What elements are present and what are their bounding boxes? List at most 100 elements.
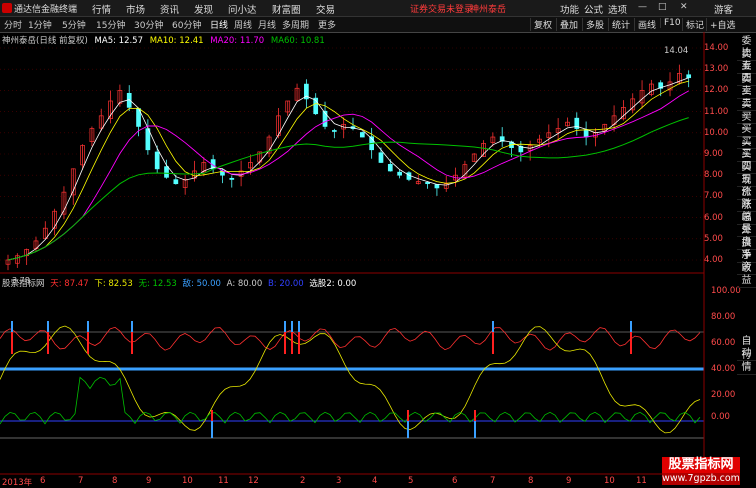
date-tick: 3	[336, 476, 342, 486]
date-tick: 6	[40, 476, 46, 486]
indicator-tick: 80.00	[711, 312, 736, 322]
period-tab-60min[interactable]: 60分钟	[172, 18, 201, 31]
ma5-line	[7, 77, 689, 261]
date-tick: 6	[452, 476, 458, 486]
ma60-value: MA60: 10.81	[270, 36, 325, 46]
period-tab-more[interactable]: 更多	[318, 18, 336, 31]
date-tick: 2013年	[2, 478, 33, 488]
candle-body	[332, 130, 337, 132]
candle-body	[583, 129, 589, 138]
stock-name: 神州泰岳	[470, 5, 507, 15]
ma5-value: MA5: 12.57	[94, 36, 144, 46]
date-tick: 10	[182, 476, 193, 486]
price-tick: 7.00	[704, 191, 723, 202]
menu-item-function[interactable]: 功能	[560, 2, 579, 16]
period-tab-5min[interactable]: 5分钟	[62, 18, 86, 31]
period-tab-1min[interactable]: 1分钟	[28, 18, 52, 31]
period-tab-multi[interactable]: 多周期	[282, 18, 309, 31]
chart-info-bar: 神州泰岳(日线 前复权) MA5: 12.57 MA10: 12.41 MA20…	[2, 34, 329, 46]
stats-button[interactable]: 统计	[608, 18, 630, 31]
login-alert[interactable]: 证券交易未登录	[410, 2, 473, 15]
date-tick: 8	[528, 476, 534, 486]
price-tick: 9.00	[704, 149, 723, 159]
watermark-logo: 股票指标网 www.7gpzb.com	[662, 457, 740, 485]
indicator-xia: 下: 82.53	[94, 279, 133, 289]
price-tick: 10.00	[704, 127, 729, 138]
date-tick: 7	[78, 476, 84, 486]
period-tab-month[interactable]: 月线	[258, 18, 276, 31]
ma20-value: MA20: 11.70	[210, 36, 265, 46]
close-icon[interactable]: ✕	[680, 2, 688, 12]
menu-item-trade[interactable]: 交易	[316, 2, 335, 16]
period-toolbar: 分时 1分钟 5分钟 15分钟 30分钟 60分钟 日线 周线 月线 多周期 更…	[0, 17, 756, 33]
chart-grid	[0, 47, 704, 261]
indicator-a: A: 80.00	[226, 279, 263, 289]
maximize-icon[interactable]: □	[658, 2, 667, 12]
mark-button[interactable]: 标记	[682, 18, 704, 31]
side-panel-lower-item[interactable]: 行情	[737, 350, 756, 375]
period-tab-tick[interactable]: 分时	[4, 18, 22, 31]
date-tick: 4	[372, 476, 378, 486]
menu-item-ask[interactable]: 问小达	[228, 2, 257, 16]
overlay-button[interactable]: 叠加	[556, 18, 578, 31]
price-tick: 12.00	[704, 85, 729, 96]
watermark-title: 股票指标网	[662, 457, 740, 473]
date-tick: 11	[636, 476, 647, 486]
user-label[interactable]: 游客	[714, 2, 733, 16]
side-panel-item[interactable]: 收益	[737, 263, 756, 288]
menu-bar: 通达信金融终端 行情 市场 资讯 发现 问小达 财富圈 交易 证券交易未登录 神…	[0, 0, 756, 17]
candle-body	[229, 177, 235, 180]
date-tick: 5	[408, 476, 414, 486]
period-tab-30min[interactable]: 30分钟	[134, 18, 163, 31]
candle-body	[378, 152, 384, 163]
indicator-xuangu: 选股2: 0.00	[309, 279, 357, 289]
candle-body	[359, 132, 365, 138]
chart-stock-title: 神州泰岳(日线 前复权)	[2, 36, 88, 46]
period-tab-week[interactable]: 周线	[234, 18, 252, 31]
menu-item-quotes[interactable]: 行情	[92, 2, 111, 16]
candle-body	[434, 184, 440, 189]
menu-item-wealth[interactable]: 财富圈	[272, 2, 301, 16]
price-tick: 6.00	[704, 212, 723, 223]
menu-item-news[interactable]: 资讯	[160, 2, 179, 16]
indicator-tian: 天: 87.47	[50, 279, 89, 289]
date-tick: 2	[300, 476, 306, 486]
adjust-button[interactable]: 复权	[530, 18, 552, 31]
add-watchlist-button[interactable]: +自选	[706, 18, 736, 31]
minimize-icon[interactable]: —	[638, 2, 647, 12]
indicator-tick: 0.00	[711, 412, 730, 422]
menu-item-market[interactable]: 市场	[126, 2, 145, 16]
price-tick: 13.00	[704, 64, 729, 75]
candle-body	[387, 163, 393, 172]
indicator-tick: 60.00	[711, 338, 736, 348]
date-tick: 10	[604, 476, 615, 486]
date-tick: 8	[112, 476, 118, 486]
candle-body	[173, 179, 179, 185]
indicator-di: 敌: 50.00	[182, 279, 221, 289]
price-tick: 5.00	[704, 233, 723, 244]
indicator-info-bar: 股票指标网 天: 87.47 下: 82.53 无: 12.53 敌: 50.0…	[2, 277, 359, 289]
price-tick: 14.00	[704, 43, 729, 53]
draw-line-button[interactable]: 画线	[634, 18, 656, 31]
indicator-wu: 无: 12.53	[138, 279, 177, 289]
ma10-value: MA10: 12.41	[149, 36, 204, 46]
candle-body	[425, 182, 430, 185]
indicator-b: B: 20.00	[267, 279, 304, 289]
date-tick: 9	[146, 476, 152, 486]
candle-body	[397, 171, 402, 176]
menu-item-formula[interactable]: 公式	[584, 2, 603, 16]
indicator-green-line	[0, 376, 701, 425]
app-title: 通达信金融终端	[14, 5, 78, 15]
indicator-tick: 40.00	[711, 364, 736, 374]
chart-canvas[interactable]	[0, 32, 736, 487]
period-tab-day[interactable]: 日线	[210, 18, 228, 31]
menu-item-discover[interactable]: 发现	[194, 2, 213, 16]
menu-item-options[interactable]: 选项	[608, 2, 627, 16]
candle-body	[686, 74, 692, 79]
multi-stock-button[interactable]: 多股	[582, 18, 604, 31]
date-tick: 12	[248, 476, 259, 486]
period-tab-15min[interactable]: 15分钟	[96, 18, 125, 31]
f10-button[interactable]: F10	[660, 18, 681, 28]
candle-body	[164, 166, 169, 178]
high-price-label: 14.04	[664, 46, 689, 56]
